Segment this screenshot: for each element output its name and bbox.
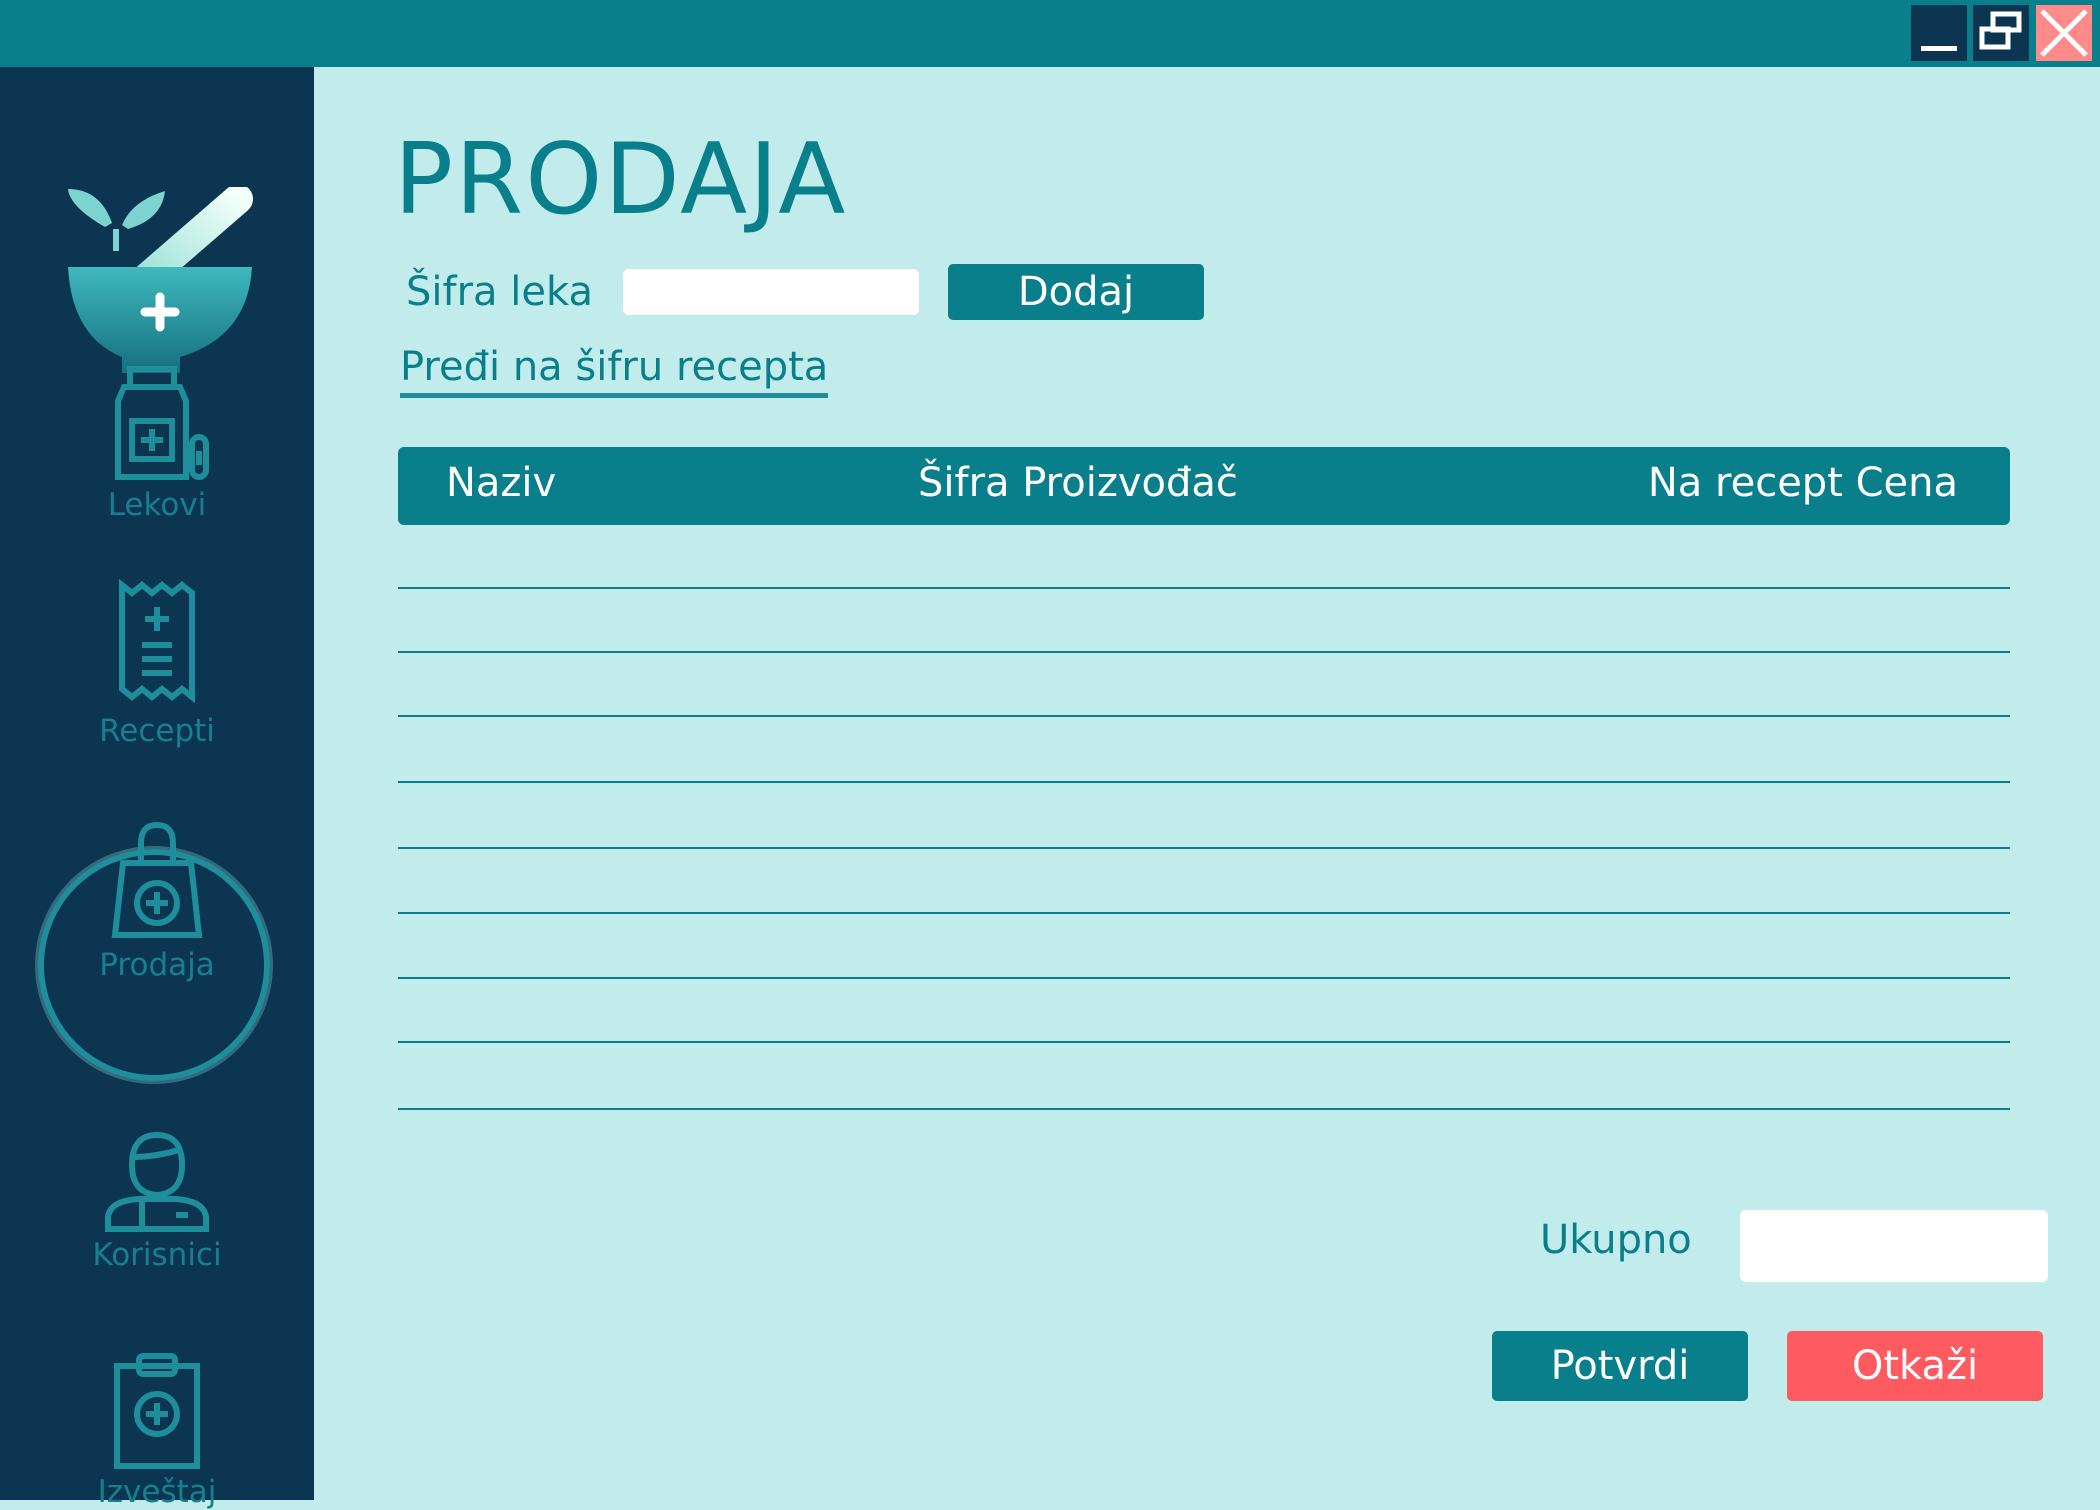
total-label: Ukupno	[1540, 1217, 1692, 1263]
table-row[interactable]	[398, 781, 2010, 783]
add-button[interactable]: Dodaj	[948, 264, 1204, 320]
sidebar-item-label: Izveštaj	[97, 1474, 217, 1510]
restore-button[interactable]	[1973, 5, 2029, 61]
sidebar-item-prodaja[interactable]: Prodaja	[0, 819, 314, 983]
table-row[interactable]	[398, 651, 2010, 653]
column-header: Šifra Proizvođač	[918, 460, 1238, 506]
table-row[interactable]	[398, 1108, 2010, 1110]
switch-to-recipe-link[interactable]: Pređi na šifru recepta	[400, 343, 829, 398]
medicine-bottle-icon	[115, 366, 209, 480]
table-row[interactable]	[398, 912, 2010, 914]
sidebar-item-label: Lekovi	[107, 487, 207, 523]
shopping-bag-plus-icon	[111, 821, 203, 938]
sidebar-item-label: Prodaja	[99, 947, 215, 983]
cancel-button[interactable]: Otkaži	[1787, 1331, 2043, 1401]
close-button[interactable]	[2036, 5, 2092, 61]
user-doctor-icon	[105, 1131, 209, 1232]
sidebar-item-izvestaj[interactable]: Izveštaj	[0, 1352, 314, 1510]
title-bar	[0, 0, 2100, 67]
sidebar: Lekovi Recepti Prodaja Korisnici Izvešta…	[0, 67, 314, 1510]
table-row[interactable]	[398, 847, 2010, 849]
confirm-button[interactable]: Potvrdi	[1492, 1331, 1748, 1401]
sidebar-item-label: Recepti	[99, 713, 215, 749]
table-header: Naziv Šifra Proizvođač Na recept Cena	[398, 447, 2010, 525]
table-row[interactable]	[398, 587, 2010, 589]
sidebar-item-recepti[interactable]: Recepti	[0, 579, 314, 749]
mortar-pestle-logo	[68, 187, 253, 373]
code-label: Šifra leka	[406, 269, 593, 315]
sidebar-item-lekovi[interactable]: Lekovi	[0, 365, 314, 523]
table-row[interactable]	[398, 1041, 2010, 1043]
total-field[interactable]	[1740, 1210, 2048, 1282]
column-header: Naziv	[446, 460, 557, 506]
code-input[interactable]	[623, 269, 919, 315]
sidebar-item-korisnici[interactable]: Korisnici	[0, 1129, 314, 1273]
minimize-button[interactable]	[1911, 5, 1967, 61]
main-panel: PRODAJA Šifra leka Dodaj Pređi na šifru …	[314, 67, 2100, 1500]
column-header: Na recept Cena	[1647, 460, 1958, 506]
prescription-receipt-icon	[119, 579, 195, 704]
clipboard-plus-icon	[114, 1353, 200, 1469]
sidebar-item-label: Korisnici	[92, 1237, 222, 1273]
page-title: PRODAJA	[394, 123, 848, 237]
table-row[interactable]	[398, 715, 2010, 717]
close-icon	[2040, 9, 2088, 57]
table-row[interactable]	[398, 977, 2010, 979]
restore-icon	[1979, 11, 2022, 50]
